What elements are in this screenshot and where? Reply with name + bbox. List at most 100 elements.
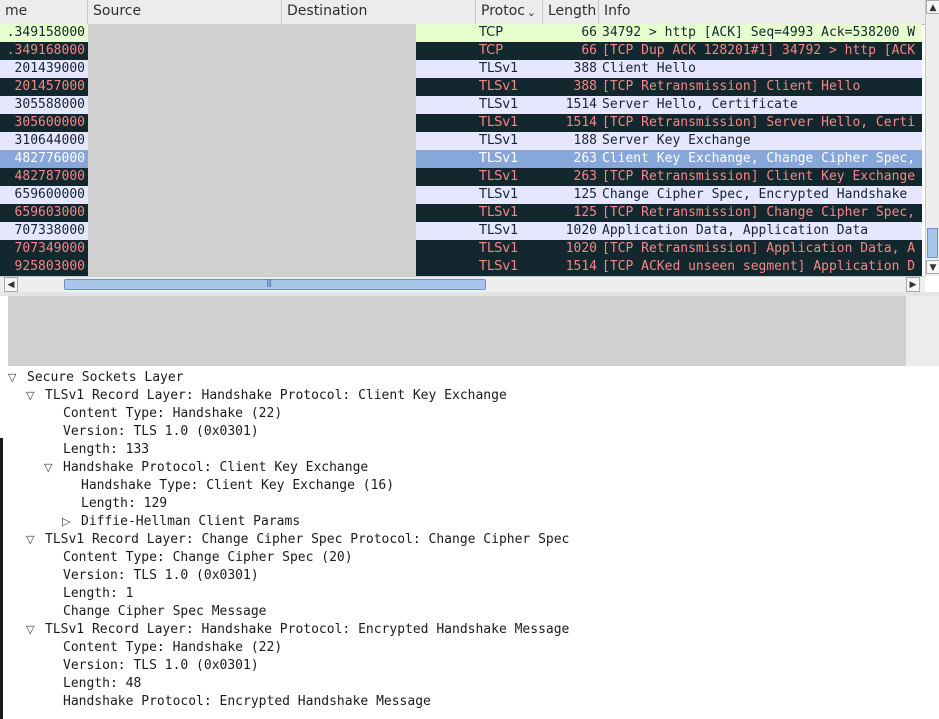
tree-item[interactable]: Content Type: Handshake (22) (63, 405, 282, 423)
packet-length: 1514 (565, 97, 597, 112)
packet-info: [TCP Retransmission] Server Hello, Certi (602, 115, 916, 130)
packet-source-redacted (88, 60, 416, 78)
tree-item[interactable]: TLSv1 Record Layer: Change Cipher Spec P… (45, 531, 569, 549)
packet-protocol: TLSv1 (479, 133, 519, 148)
triangle-down-icon[interactable]: ▽ (26, 387, 36, 405)
tree-item[interactable]: Length: 48 (63, 675, 141, 693)
packet-details-tree: ▽ Secure Sockets Layer ▽ TLSv1 Record Layer… (0, 369, 939, 719)
packet-length: 125 (573, 187, 597, 202)
packet-row[interactable]: 659600000 TLSv1 125 Change Cipher Spec, Enc… (0, 186, 922, 204)
packet-info: Client Key Exchange, Change Cipher Spec, (602, 151, 916, 166)
column-header-destination-label: Destination (287, 3, 368, 19)
packet-info: [TCP Dup ACK 128201#1] 34792 > http [ACK (602, 43, 916, 58)
packet-row[interactable]: 310644000 TLSv1 188 Server Key Exchange (0, 132, 922, 150)
column-header-time-label: me (5, 3, 28, 19)
tree-item[interactable]: Length: 133 (63, 441, 149, 459)
packet-row[interactable]: 659603000 TLSv1 125 [TCP Retransmission] Ch… (0, 204, 922, 222)
packet-protocol: TLSv1 (479, 223, 519, 238)
horizontal-scroll-thumb[interactable] (64, 279, 486, 290)
vertical-scroll-thumb[interactable] (927, 228, 938, 258)
packet-info: Server Hello, Certificate (602, 97, 798, 112)
packet-length: 1020 (565, 223, 597, 238)
triangle-right-icon[interactable]: ▷ (62, 513, 72, 531)
packet-row[interactable]: 305600000 TLSv1 1514 [TCP Retransmission] S… (0, 114, 922, 132)
packet-source-redacted (88, 42, 416, 60)
packet-protocol: TCP (479, 43, 504, 58)
packet-list-header: me Source Destination Protoc ⌄ Length Inf… (0, 0, 925, 25)
pane-background (906, 296, 939, 366)
packet-row[interactable]: 925803000 TLSv1 1514 [TCP ACKed unseen segm… (0, 258, 922, 276)
tree-item[interactable]: Version: TLS 1.0 (0x0301) (63, 657, 259, 675)
tree-item[interactable]: Content Type: Change Cipher Spec (20) (63, 549, 353, 567)
chevron-down-icon[interactable]: ⌄ (527, 1, 536, 24)
column-header-time[interactable]: me (0, 0, 88, 24)
tree-item[interactable]: Handshake Type: Client Key Exchange (16) (81, 477, 394, 495)
packet-source-redacted (88, 168, 416, 186)
arrow-up-icon[interactable]: ▲ (926, 0, 939, 14)
triangle-down-icon[interactable]: ▽ (8, 369, 18, 387)
packet-row[interactable]: .349168000 TCP 66 [TCP Dup ACK 128201#1] 34… (0, 42, 922, 60)
column-header-info-label: Info (604, 3, 631, 19)
tree-item[interactable]: Length: 1 (63, 585, 133, 603)
tree-item[interactable]: Handshake Protocol: Encrypted Handshake … (63, 693, 431, 711)
packet-list-horizontal-scrollbar[interactable]: ◀ ||| ▶ (0, 276, 925, 292)
packet-row-selected[interactable]: 482776000 TLSv1 263 Client Key Exchange, Ch… (0, 150, 922, 168)
arrow-left-icon[interactable]: ◀ (4, 277, 18, 292)
packet-protocol: TLSv1 (479, 169, 519, 184)
tree-item[interactable]: Diffie-Hellman Client Params (81, 513, 300, 531)
packet-row[interactable]: 201439000 TLSv1 388 Client Hello (0, 60, 922, 78)
window-edge (0, 438, 3, 719)
tree-item[interactable]: Change Cipher Spec Message (63, 603, 267, 621)
redacted-region (8, 296, 906, 366)
tree-item[interactable]: Version: TLS 1.0 (0x0301) (63, 423, 259, 441)
packet-protocol: TLSv1 (479, 187, 519, 202)
packet-length: 263 (573, 151, 597, 166)
packet-source-redacted (88, 132, 416, 150)
tree-item[interactable]: TLSv1 Record Layer: Handshake Protocol: … (45, 621, 569, 639)
packet-length: 66 (581, 43, 597, 58)
triangle-down-icon[interactable]: ▽ (26, 621, 36, 639)
packet-info: [TCP Retransmission] Change Cipher Spec, (602, 205, 916, 220)
tree-item[interactable]: Length: 129 (81, 495, 167, 513)
arrow-down-icon[interactable]: ▼ (926, 260, 939, 274)
column-header-source[interactable]: Source (88, 0, 282, 24)
tree-item[interactable]: Secure Sockets Layer (27, 369, 184, 387)
tree-item[interactable]: TLSv1 Record Layer: Handshake Protocol: … (45, 387, 507, 405)
tree-item[interactable]: Version: TLS 1.0 (0x0301) (63, 567, 259, 585)
packet-info: Server Key Exchange (602, 133, 751, 148)
packet-protocol: TCP (479, 25, 504, 40)
packet-length: 1514 (565, 259, 597, 274)
packet-source-redacted (88, 96, 416, 114)
packet-row[interactable]: 707338000 TLSv1 1020 Application Data, Appl… (0, 222, 922, 240)
packet-row[interactable]: 305588000 TLSv1 1514 Server Hello, Certific… (0, 96, 922, 114)
packet-length: 125 (573, 205, 597, 220)
arrow-right-icon[interactable]: ▶ (906, 277, 920, 292)
packet-row[interactable]: 707349000 TLSv1 1020 [TCP Retransmission] A… (0, 240, 922, 258)
packet-time: 659603000 (14, 205, 85, 220)
packet-length: 1514 (565, 115, 597, 130)
packet-source-redacted (88, 258, 416, 276)
packet-source-redacted (88, 114, 416, 132)
packet-time: 310644000 (14, 133, 85, 148)
packet-info: Change Cipher Spec, Encrypted Handshake (602, 187, 908, 202)
packet-length: 188 (573, 133, 597, 148)
triangle-down-icon[interactable]: ▽ (26, 531, 36, 549)
triangle-down-icon[interactable]: ▽ (44, 459, 54, 477)
packet-protocol: TLSv1 (479, 61, 519, 76)
packet-length: 388 (573, 79, 597, 94)
column-header-info[interactable]: Info (599, 0, 925, 24)
column-header-destination[interactable]: Destination (282, 0, 476, 24)
packet-protocol: TLSv1 (479, 151, 519, 166)
packet-row[interactable]: 482787000 TLSv1 263 [TCP Retransmission] Cl… (0, 168, 922, 186)
packet-row[interactable]: .349158000 TCP 66 34792 > http [ACK] Seq=49… (0, 24, 922, 42)
scroll-grip-icon: ||| (266, 278, 272, 287)
column-header-length[interactable]: Length (543, 0, 599, 24)
packet-list-vertical-scrollbar[interactable]: ▲ ▼ (925, 0, 939, 276)
packet-protocol: TLSv1 (479, 241, 519, 256)
column-header-protocol[interactable]: Protoc ⌄ (476, 0, 543, 24)
packet-protocol: TLSv1 (479, 259, 519, 274)
tree-item[interactable]: Content Type: Handshake (22) (63, 639, 282, 657)
packet-time: 659600000 (14, 187, 85, 202)
packet-row[interactable]: 201457000 TLSv1 388 [TCP Retransmission] Cl… (0, 78, 922, 96)
tree-item[interactable]: Handshake Protocol: Client Key Exchange (63, 459, 368, 477)
